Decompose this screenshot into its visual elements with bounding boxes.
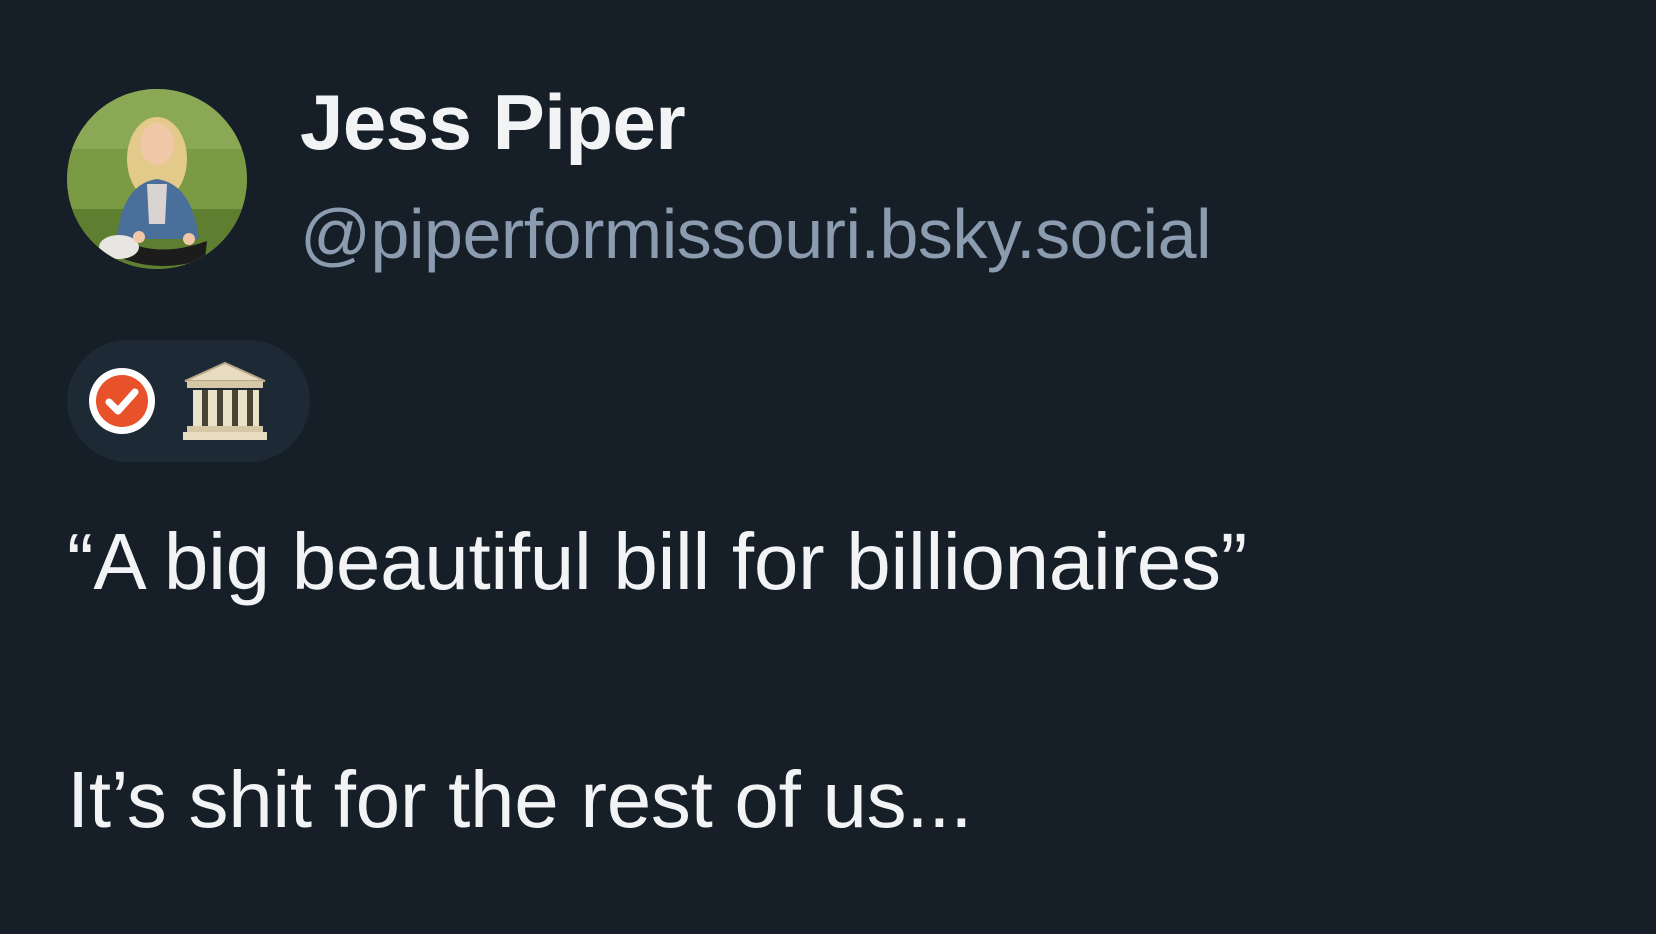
post-card: Jess Piper @piperformissouri.bsky.social — [0, 0, 1656, 934]
classical-building-icon — [183, 361, 267, 440]
avatar[interactable] — [67, 89, 247, 269]
author-handle[interactable]: @piperformissouri.bsky.social — [300, 196, 1212, 273]
post-text-line: It’s shit for the rest of us... — [67, 755, 973, 844]
badge-pill[interactable] — [67, 340, 310, 462]
author-display-name[interactable]: Jess Piper — [300, 79, 686, 166]
verified-check-icon — [89, 368, 155, 434]
post-text-line: “A big beautiful bill for billionaires” — [67, 517, 1248, 606]
avatar-photo-icon — [67, 89, 247, 269]
